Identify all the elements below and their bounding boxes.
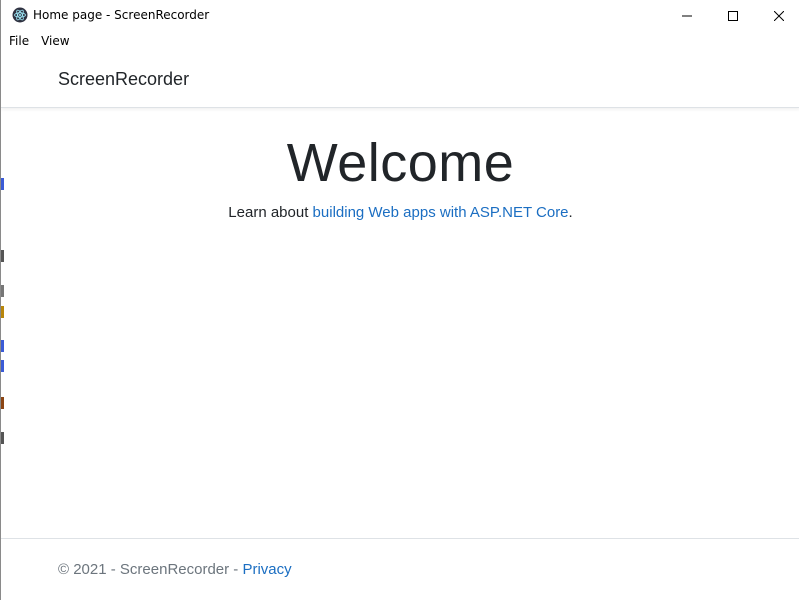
background-window-edge [1, 178, 4, 190]
learn-text: Learn about building Web apps with ASP.N… [1, 204, 799, 221]
learn-suffix: . [568, 204, 573, 221]
main-content: Welcome Learn about building Web apps wi… [1, 108, 799, 538]
minimize-button[interactable] [664, 0, 710, 31]
maximize-icon [728, 10, 738, 21]
background-window-edge [1, 397, 4, 409]
navbar-brand[interactable]: ScreenRecorder [58, 69, 189, 90]
menu-file[interactable]: File [1, 31, 35, 51]
menu-view[interactable]: View [35, 31, 75, 51]
footer-copyright: © 2021 - ScreenRecorder - [58, 561, 243, 578]
electron-app-icon [12, 7, 28, 23]
background-window-edge [1, 250, 4, 262]
background-window-edge [1, 285, 4, 297]
navbar: ScreenRecorder [1, 51, 799, 108]
footer: © 2021 - ScreenRecorder - Privacy [1, 538, 799, 600]
title-bar[interactable]: Home page - ScreenRecorder [1, 0, 799, 31]
window-title: Home page - ScreenRecorder [33, 8, 210, 22]
aspnet-docs-link[interactable]: building Web apps with ASP.NET Core [313, 204, 569, 221]
close-button[interactable] [756, 0, 799, 31]
minimize-icon [682, 15, 692, 16]
background-window-edge [1, 340, 4, 352]
privacy-link[interactable]: Privacy [242, 561, 291, 578]
close-icon [774, 10, 784, 21]
menu-bar: File View [1, 31, 799, 51]
background-window-edge [1, 432, 4, 444]
background-window-edge [1, 306, 4, 318]
footer-text: © 2021 - ScreenRecorder - Privacy [58, 561, 292, 578]
background-window-edge [1, 360, 4, 372]
page-title: Welcome [286, 133, 515, 193]
maximize-button[interactable] [710, 0, 756, 31]
learn-prefix: Learn about [228, 204, 313, 221]
app-window: Home page - ScreenRecorder File View Scr… [0, 0, 799, 600]
